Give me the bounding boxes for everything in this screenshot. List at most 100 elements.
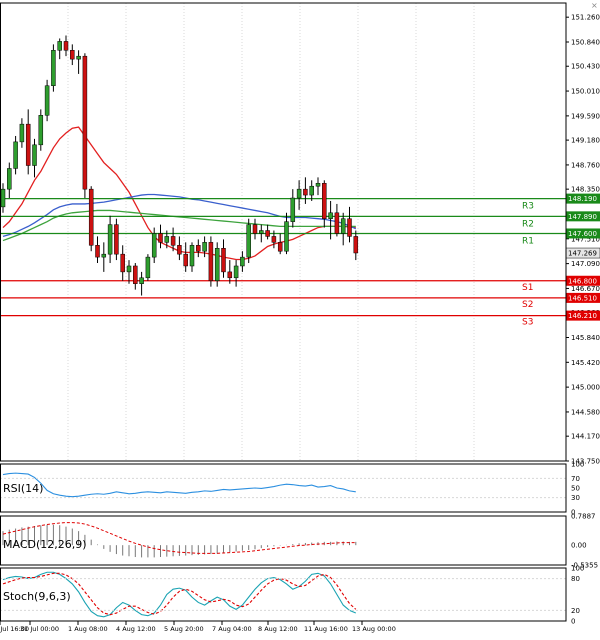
candle-body (107, 224, 113, 255)
trading-chart: 151.260 150.840 150.430 150.010 149.590 149.1… (0, 0, 600, 636)
candle-body (202, 242, 207, 252)
candle-body (290, 197, 296, 222)
level-name-r1: R1 (522, 236, 534, 246)
candle-body (0, 188, 6, 208)
level-price-label: 146.510 (568, 294, 597, 302)
candle-body (88, 188, 94, 246)
candle-body (126, 265, 132, 273)
level-price-label: 146.210 (568, 312, 597, 320)
y-tick-label: 148.350 (571, 186, 600, 194)
x-tick-label: 8 Aug 12:00 (258, 625, 298, 633)
candle-body (139, 277, 144, 284)
candle-body (284, 221, 289, 252)
candle-body (240, 256, 245, 267)
macd-title: MACD(12,26,9) (3, 538, 87, 551)
x-tick-label: 7 Aug 04:00 (212, 625, 252, 633)
candle-body (120, 253, 125, 273)
candle-body (315, 182, 321, 187)
chart-root: 151.260 150.840 150.430 150.010 149.590 149.1… (0, 0, 600, 636)
chart-close-icon: × (591, 1, 598, 10)
candle-body (44, 85, 50, 116)
stoch-tick-label: 80 (571, 575, 580, 583)
candle-body (353, 236, 359, 254)
y-tick-label: 151.260 (571, 14, 600, 22)
rsi-tick-label: 50 (571, 485, 580, 493)
candle-body (252, 224, 258, 234)
y-tick-label: 150.430 (571, 63, 600, 71)
candle-body (227, 271, 233, 279)
y-tick-label: 146.670 (571, 285, 600, 293)
x-tick-label: 13 Aug 00:00 (352, 625, 396, 633)
rsi-title: RSI(14) (3, 482, 43, 495)
level-price-label: 146.800 (568, 277, 597, 285)
candle-body (133, 265, 138, 284)
rsi-tick-label: 30 (571, 494, 580, 502)
y-tick-label: 149.180 (571, 137, 600, 145)
stoch-tick-label: 100 (571, 565, 584, 573)
candle-body (334, 212, 340, 234)
candle-body (32, 144, 37, 166)
rsi-tick-label: 100 (571, 461, 584, 469)
y-tick-label: 145.420 (571, 359, 600, 367)
candle-body (189, 245, 195, 267)
candle-body (177, 245, 182, 255)
candle-body (7, 168, 12, 190)
level-name-s2: S2 (522, 300, 533, 310)
candle-body (233, 265, 239, 279)
candle-body (19, 123, 25, 143)
candle-body (271, 236, 277, 243)
x-tick-label: 5 Aug 20:00 (164, 625, 204, 633)
candle-body (347, 218, 352, 237)
candle-body (25, 123, 31, 166)
candle-body (296, 188, 302, 199)
candle-body (265, 230, 270, 237)
x-tick-label: 4 Aug 12:00 (116, 625, 156, 633)
candle-body (38, 115, 44, 146)
candle-body (164, 236, 170, 243)
candle-body (277, 242, 283, 252)
candle-body (70, 50, 75, 60)
level-price-label: 148.190 (568, 195, 597, 203)
candle-body (158, 233, 163, 243)
y-tick-label: 150.840 (571, 39, 600, 47)
candle-body (101, 253, 107, 258)
stoch-tick-label: 20 (571, 607, 580, 615)
candle-body (340, 218, 346, 234)
level-name-r2: R2 (522, 219, 534, 229)
y-tick-label: 148.760 (571, 161, 600, 169)
candle-body (151, 233, 157, 258)
last-price-label: 147.269 (568, 250, 597, 258)
candle-body (76, 55, 81, 60)
candle-body (214, 248, 220, 282)
macd-tick-label: 0.7887 (571, 513, 596, 521)
x-tick-label: 1 Aug 08:00 (68, 625, 108, 633)
candle-body (208, 242, 214, 282)
candle-body (259, 230, 264, 234)
candle-body (322, 182, 327, 219)
candle-body (114, 224, 119, 255)
candle-body (51, 50, 56, 86)
level-price-label: 147.890 (568, 213, 597, 221)
y-tick-label: 145.000 (571, 384, 600, 392)
rsi-tick-label: 70 (571, 475, 580, 483)
macd-tick-label: 0.00 (571, 542, 587, 550)
level-name-s1: S1 (522, 283, 533, 293)
candle-body (13, 141, 18, 169)
x-tick-label: 11 Aug 16:00 (304, 625, 348, 633)
candle-body (246, 224, 251, 258)
y-tick-label: 144.580 (571, 408, 600, 416)
level-name-r3: R3 (522, 202, 534, 212)
candle-body (196, 245, 201, 252)
candle-body (183, 253, 188, 267)
candle-body (328, 212, 333, 219)
x-tick-label: 31 Jul 00:00 (20, 625, 59, 633)
candle-body (63, 41, 69, 51)
stoch-title: Stoch(9,6,3) (3, 590, 71, 603)
level-name-s3: S3 (522, 318, 533, 328)
candle-body (145, 256, 151, 279)
candle-body (221, 248, 226, 273)
y-tick-label: 144.170 (571, 433, 600, 441)
candle-body (82, 55, 88, 190)
y-tick-label: 150.010 (571, 88, 600, 96)
candle-body (95, 245, 100, 258)
